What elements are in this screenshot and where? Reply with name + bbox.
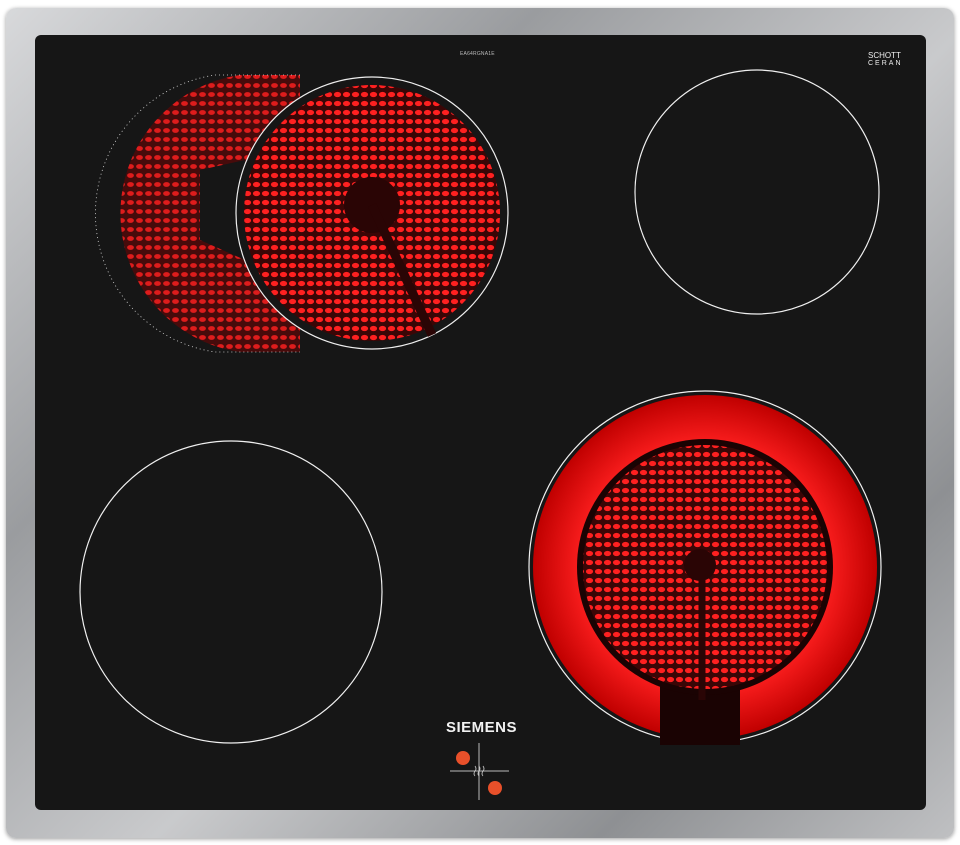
- zone-outline: [634, 69, 880, 315]
- cooking-zone-front-right-dual[interactable]: [528, 390, 882, 745]
- indicator-light-left: [456, 751, 470, 765]
- zone-outline: [79, 440, 383, 744]
- control-indicators: [450, 743, 509, 800]
- model-label: EA64RGNA1E: [460, 51, 495, 57]
- schott-ceran-logo: SCHOTT CERAN: [868, 52, 903, 68]
- logo-line-2: CERAN: [868, 60, 903, 67]
- indicator-light-right: [488, 781, 502, 795]
- cooking-zone-back-left-oval[interactable]: [95, 74, 509, 353]
- cooking-zone-back-right[interactable]: [634, 69, 880, 315]
- logo-line-1: SCHOTT: [868, 51, 901, 60]
- brand-logo: SIEMENS: [446, 719, 518, 736]
- cooking-zone-front-left[interactable]: [79, 440, 383, 744]
